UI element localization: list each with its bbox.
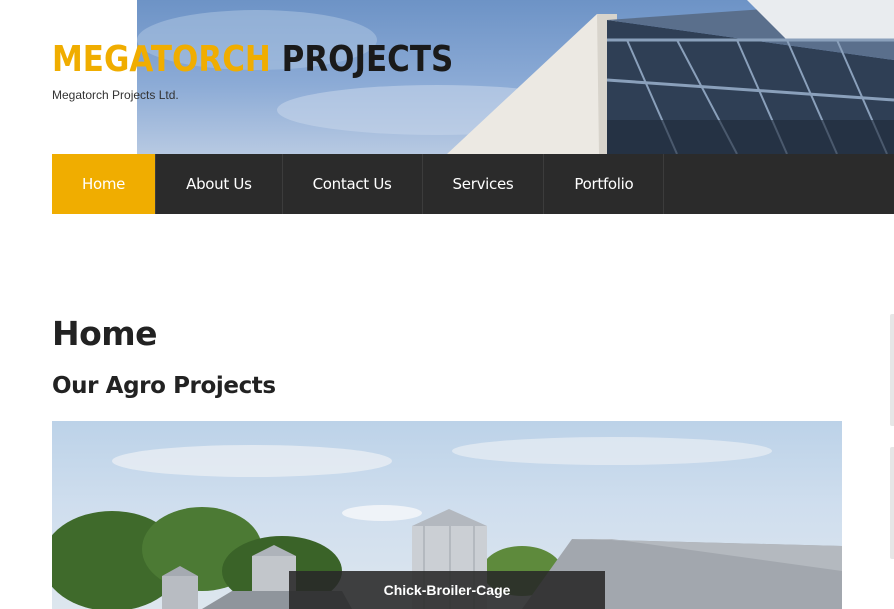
brand-title-part1: MEGATORCH bbox=[52, 39, 271, 80]
image-slider[interactable]: Chick-Broiler-Cage bbox=[52, 421, 842, 609]
main-nav: Home About Us Contact Us Services Portfo… bbox=[52, 154, 894, 214]
side-scroll-handle[interactable] bbox=[890, 314, 894, 426]
brand-subtitle: Megatorch Projects Ltd. bbox=[52, 88, 179, 102]
brand[interactable]: MEGATORCH PROJECTS Megatorch Projects Lt… bbox=[52, 38, 519, 102]
slider-caption: Chick-Broiler-Cage bbox=[289, 571, 605, 609]
page-title: Home bbox=[52, 314, 158, 353]
nav-item-portfolio[interactable]: Portfolio bbox=[544, 154, 665, 214]
site-header: MEGATORCH PROJECTS Megatorch Projects Lt… bbox=[0, 0, 894, 154]
brand-title[interactable]: MEGATORCH PROJECTS bbox=[52, 38, 453, 82]
brand-title-part2: PROJECTS bbox=[281, 39, 454, 80]
side-scroll-handle[interactable] bbox=[890, 447, 894, 559]
section-title: Our Agro Projects bbox=[52, 373, 276, 399]
nav-item-services[interactable]: Services bbox=[423, 154, 545, 214]
nav-item-home[interactable]: Home bbox=[52, 154, 157, 214]
nav-item-contact-us[interactable]: Contact Us bbox=[283, 154, 423, 214]
nav-item-about-us[interactable]: About Us bbox=[156, 154, 283, 214]
